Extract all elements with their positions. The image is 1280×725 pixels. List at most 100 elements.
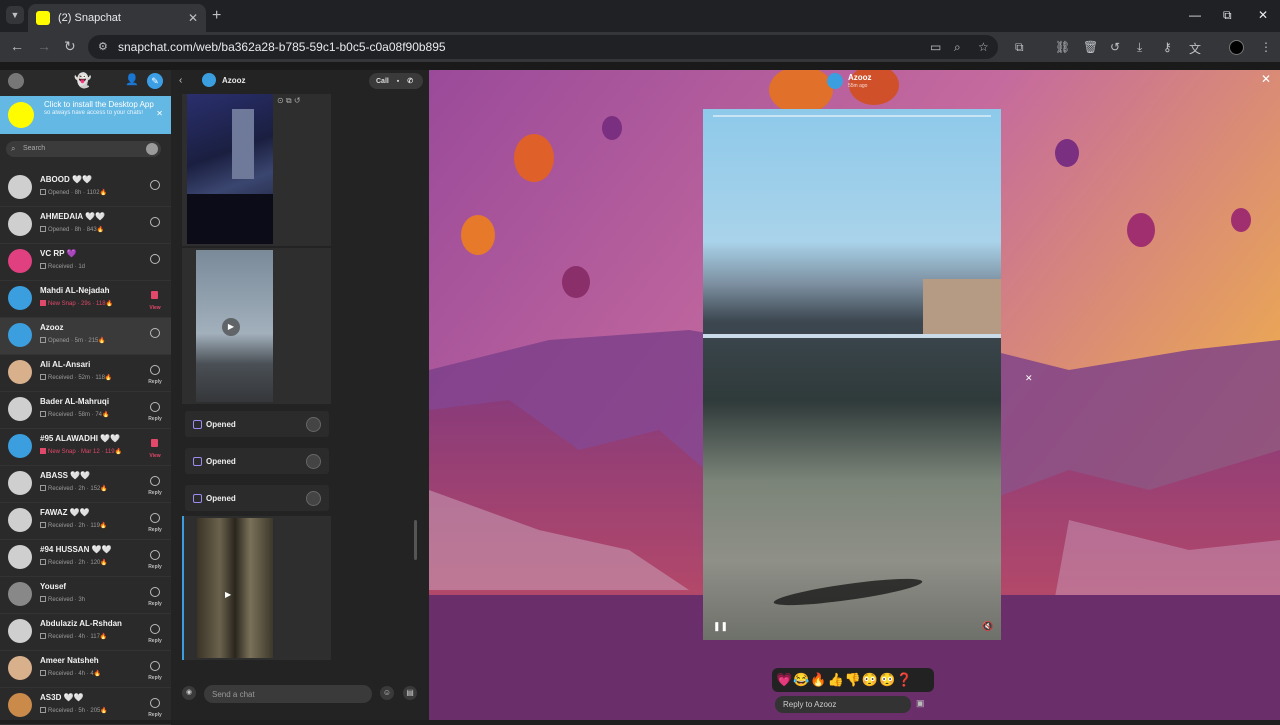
tab-close-icon[interactable]: ✕ <box>188 11 198 25</box>
snapchat-ghost-icon[interactable]: 👻 <box>74 72 91 89</box>
chat-list-item[interactable]: Mahdi AL-Nejadah New Snap · 29s · 118🔥 Vie… <box>0 281 171 318</box>
chat-avatar[interactable] <box>8 508 32 532</box>
chat-avatar[interactable] <box>8 175 32 199</box>
link-icon[interactable]: ⛓ <box>1055 40 1070 54</box>
maximize-button[interactable]: ⧉ <box>1223 8 1232 23</box>
forward-arrow-icon[interactable]: → <box>37 38 51 54</box>
new-tab-button[interactable]: + <box>212 7 221 25</box>
chat-action-label[interactable]: View <box>146 453 164 459</box>
back-chevron-icon[interactable]: ‹ <box>179 75 182 86</box>
chat-list-item[interactable]: Yousef Received · 3h Reply <box>0 577 171 614</box>
extensions-icon[interactable]: ⧉ <box>1015 40 1024 55</box>
browser-menu-icon[interactable]: ⋮ <box>1260 40 1272 54</box>
banner-close-icon[interactable]: ✕ <box>156 109 163 118</box>
chat-avatar[interactable] <box>8 693 32 717</box>
new-snap-icon[interactable] <box>151 291 158 299</box>
opened-snap-item[interactable]: Opened <box>185 448 329 474</box>
reply-input[interactable]: Reply to Azooz <box>775 696 911 713</box>
media-actions[interactable]: ⊙ ⧉ ↺ <box>277 96 301 106</box>
search-profile-icon[interactable] <box>146 143 158 155</box>
chat-action-label[interactable]: Reply <box>146 490 164 496</box>
chat-avatar[interactable] <box>8 471 32 495</box>
chat-avatar[interactable] <box>8 249 32 273</box>
send-chat-input[interactable]: Send a chat <box>204 685 372 703</box>
chat-list-item[interactable]: #95 ALAWADHI 🤍🤍 New Snap · Mar 12 · 119🔥 V… <box>0 429 171 466</box>
chat-avatar[interactable] <box>8 656 32 680</box>
snap-video[interactable]: ❚❚ 🔇 <box>703 109 1001 640</box>
chat-list-item[interactable]: AS3D 🤍🤍 Received · 5h · 205🔥 Reply <box>0 688 171 725</box>
video-thumbnail[interactable]: ▶ <box>196 250 273 402</box>
camera-reply-icon[interactable] <box>150 587 160 597</box>
chat-avatar[interactable] <box>8 434 32 458</box>
camera-reply-icon[interactable] <box>150 328 160 338</box>
chat-action-label[interactable]: Reply <box>146 379 164 385</box>
sticker-icon[interactable]: ▤ <box>403 686 417 700</box>
chat-list-item[interactable]: Abdulaziz AL-Rshdan Received · 4h · 117🔥 R… <box>0 614 171 651</box>
new-snap-icon[interactable] <box>151 439 158 447</box>
zoom-icon[interactable]: ⌕ <box>954 40 961 55</box>
reaction-bar[interactable]: 💗😂🔥👍👎😳😳❓ <box>772 668 934 692</box>
video-call-icon[interactable]: ▪ <box>397 78 399 85</box>
camera-reply-icon[interactable] <box>150 402 160 412</box>
video-thumbnail[interactable]: ▶ <box>197 518 273 658</box>
chat-avatar[interactable] <box>8 360 32 384</box>
password-key-icon[interactable]: ⚷ <box>1163 40 1172 54</box>
reload-icon[interactable]: ↻ <box>64 38 76 55</box>
call-button[interactable]: Call ▪ ✆ <box>369 73 423 89</box>
chat-avatar[interactable] <box>8 582 32 606</box>
download-icon[interactable]: ⤓ <box>1137 40 1142 55</box>
camera-reply-icon[interactable] <box>150 698 160 708</box>
play-icon[interactable]: ▶ <box>225 590 231 599</box>
chat-action-label[interactable]: Reply <box>146 564 164 570</box>
chat-action-label[interactable]: View <box>146 305 164 311</box>
translate-icon[interactable]: 文 <box>1189 40 1201 57</box>
chat-list-item[interactable]: Ameer Natsheh Received · 4h · 4🔥 Reply <box>0 651 171 688</box>
site-info-icon[interactable]: ⚙ <box>98 40 108 53</box>
bookmark-star-icon[interactable]: ☆ <box>978 40 989 54</box>
chat-avatar[interactable] <box>8 397 32 421</box>
chat-action-label[interactable]: Reply <box>146 712 164 718</box>
close-window-button[interactable]: ✕ <box>1258 8 1268 22</box>
minimize-button[interactable]: — <box>1189 8 1201 22</box>
chat-list-item[interactable]: AHMEDAIA 🤍🤍 Opened · 8h · 843🔥 <box>0 207 171 244</box>
camera-icon[interactable]: ◉ <box>182 686 196 700</box>
chat-list-item[interactable]: Ali AL-Ansari Received · 52m · 118🔥 Reply <box>0 355 171 392</box>
chat-list-item[interactable]: FAWAZ 🤍🤍 Received · 2h · 119🔥 Reply <box>0 503 171 540</box>
phone-icon[interactable]: ✆ <box>407 78 413 85</box>
conversation-avatar[interactable] <box>202 73 216 87</box>
chat-avatar[interactable] <box>8 545 32 569</box>
chat-list-item[interactable]: #94 HUSSAN 🤍🤍 Received · 2h · 120🔥 Reply <box>0 540 171 577</box>
close-icon[interactable]: ✕ <box>1025 373 1033 384</box>
replay-icon[interactable] <box>306 454 321 469</box>
camera-reply-icon[interactable] <box>150 476 160 486</box>
install-app-icon[interactable]: ▭ <box>930 40 941 54</box>
play-icon[interactable]: ▶ <box>222 318 240 336</box>
install-desktop-banner[interactable]: Click to install the Desktop App so alwa… <box>0 96 171 134</box>
profile-avatar-icon[interactable] <box>1229 40 1244 55</box>
opened-snap-item[interactable]: Opened <box>185 411 329 437</box>
chat-list-item[interactable]: Azooz Opened · 5m · 215🔥 <box>0 318 171 355</box>
replay-icon[interactable] <box>306 491 321 506</box>
tab-search-button[interactable]: ▼ <box>6 6 24 24</box>
camera-reply-icon[interactable] <box>150 365 160 375</box>
pause-icon[interactable]: ❚❚ <box>713 621 728 632</box>
snap-sender-badge[interactable]: Azooz 55m ago <box>824 70 882 92</box>
chat-action-label[interactable]: Reply <box>146 416 164 422</box>
emoji-icon[interactable]: ☺ <box>380 686 394 700</box>
camera-reply-icon[interactable] <box>150 217 160 227</box>
chat-action-label[interactable]: Reply <box>146 675 164 681</box>
chat-list-item[interactable]: Bader AL-Mahruqi Received · 58m · 74🔥 Repl… <box>0 392 171 429</box>
chat-list-item[interactable]: ABOOD 🤍🤍 Opened · 8h · 1102🔥 <box>0 170 171 207</box>
camera-reply-icon[interactable] <box>150 513 160 523</box>
camera-reply-icon[interactable] <box>150 180 160 190</box>
address-bar[interactable]: ⚙ snapchat.com/web/ba362a28-b785-59c1-b0… <box>88 35 998 59</box>
replay-icon[interactable] <box>306 417 321 432</box>
chat-avatar[interactable] <box>8 619 32 643</box>
chat-action-label[interactable]: Reply <box>146 638 164 644</box>
chat-action-label[interactable]: Reply <box>146 601 164 607</box>
chat-avatar[interactable] <box>8 212 32 236</box>
search-input[interactable]: ⌕ Search <box>6 141 161 157</box>
reply-sticker-icon[interactable]: ▣ <box>916 698 925 709</box>
chat-avatar[interactable] <box>8 286 32 310</box>
camera-reply-icon[interactable] <box>150 661 160 671</box>
